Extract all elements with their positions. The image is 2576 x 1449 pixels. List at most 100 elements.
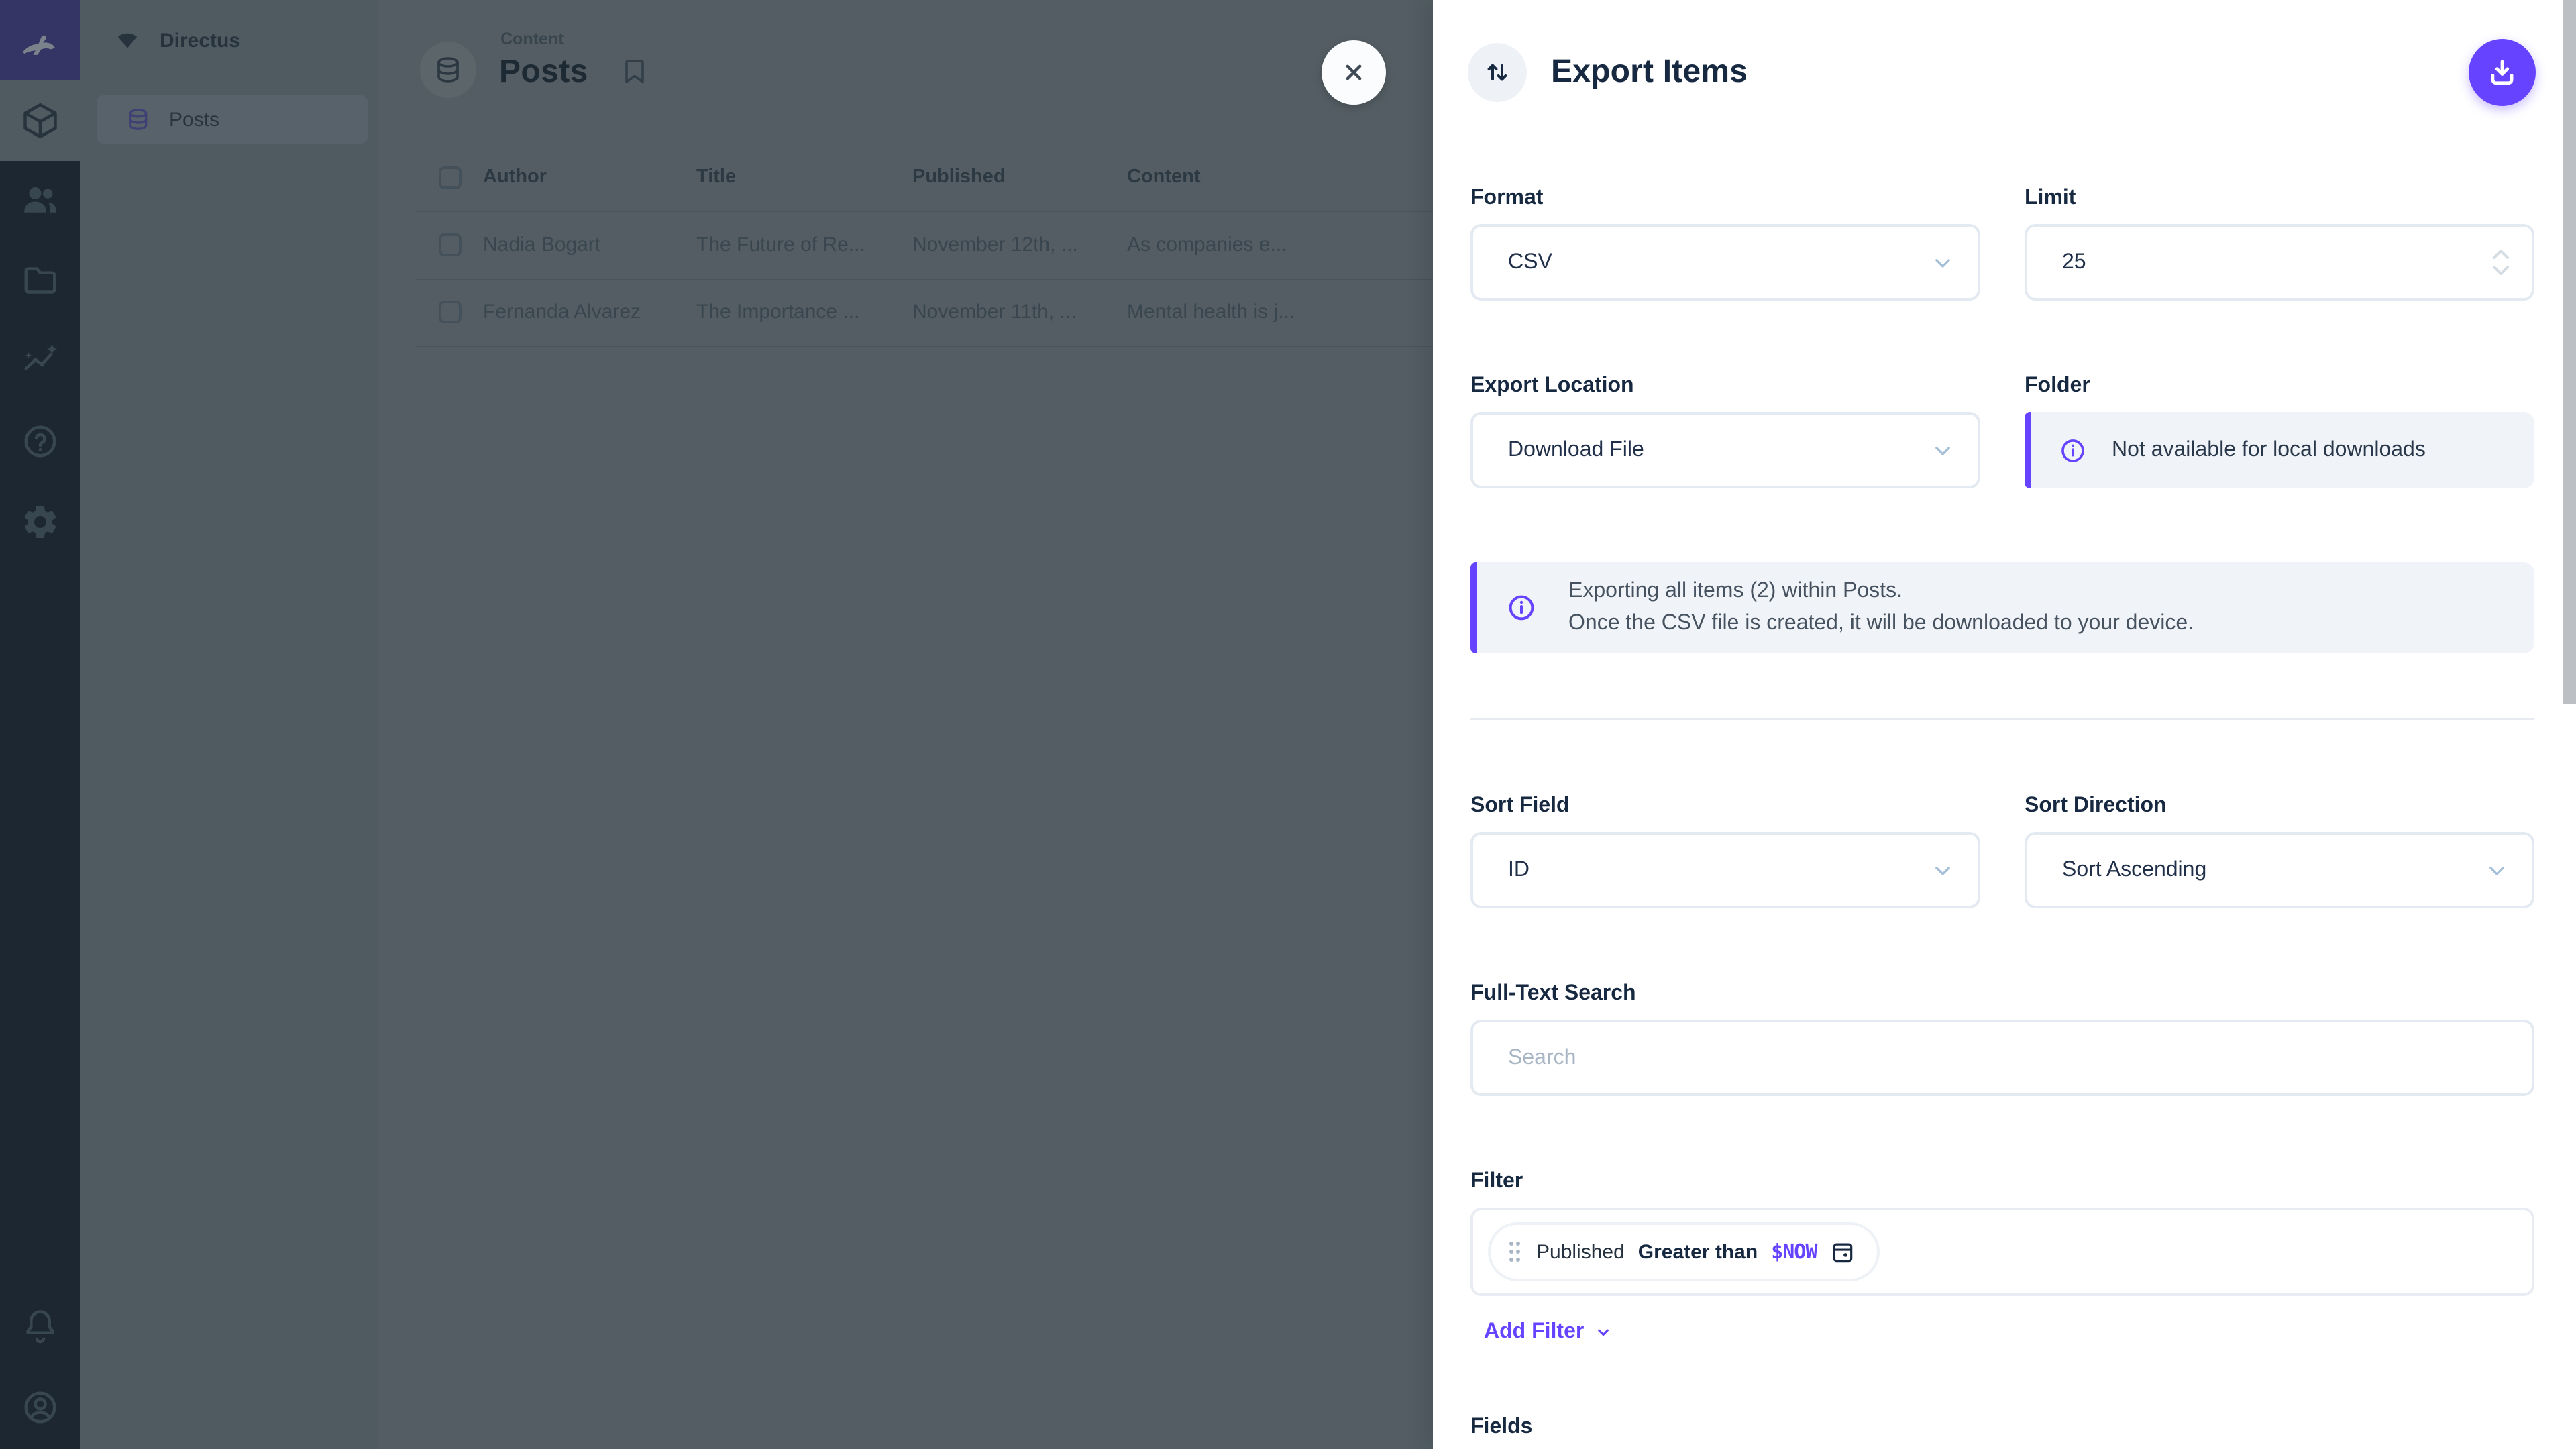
row-checkbox[interactable] [439, 233, 462, 256]
sort-field-label: Sort Field [1470, 793, 1980, 820]
screen: Directus Posts [0, 0, 2576, 1449]
wifi-signal-icon [114, 27, 141, 54]
format-value: CSV [1508, 250, 1929, 274]
chevron-down-icon [2483, 857, 2510, 883]
bell-icon[interactable] [20, 1307, 60, 1347]
filter-label: Filter [1470, 1169, 2534, 1195]
filter-rule-chip[interactable]: Published Greater than $NOW [1488, 1222, 1880, 1281]
limit-input[interactable]: 25 [2025, 224, 2534, 301]
chevron-down-icon [1929, 249, 1956, 276]
close-drawer-button[interactable] [1322, 40, 1386, 105]
filter-value[interactable]: $NOW [1771, 1240, 1817, 1264]
settings-icon[interactable] [20, 502, 60, 542]
drag-handle-icon[interactable] [1507, 1238, 1523, 1265]
drawer-header: Export Items [1433, 0, 2576, 145]
drawer-title: Export Items [1551, 54, 1748, 91]
module-content[interactable] [0, 80, 80, 161]
fields-label: Fields [1470, 1414, 2534, 1441]
stepper-icon[interactable] [2491, 248, 2510, 276]
sort-direction-select[interactable]: Sort Ascending [2025, 832, 2534, 908]
sort-field-field: Sort Field ID [1470, 793, 1980, 908]
help-icon[interactable] [20, 421, 60, 462]
add-filter-label: Add Filter [1484, 1320, 1584, 1344]
export-location-label: Export Location [1470, 373, 1980, 400]
breadcrumb: Content [500, 30, 564, 48]
limit-field: Limit 25 [2025, 185, 2534, 301]
table-divider [415, 211, 1433, 212]
column-header-content[interactable]: Content [1127, 166, 1201, 188]
row-checkbox[interactable] [439, 301, 462, 323]
collection-icon-button[interactable] [420, 42, 476, 98]
add-filter-button[interactable]: Add Filter [1484, 1320, 1612, 1344]
start-export-button[interactable] [2469, 39, 2536, 106]
summary-line-2: Once the CSV file is created, it will be… [1568, 612, 2194, 635]
project-header[interactable]: Directus [80, 0, 378, 80]
format-label: Format [1470, 185, 1980, 212]
cell-title: The Importance ... [696, 301, 859, 323]
limit-value: 25 [2062, 250, 2491, 274]
database-icon [432, 54, 464, 86]
select-all-checkbox[interactable] [439, 166, 462, 189]
limit-label: Limit [2025, 185, 2534, 212]
search-input[interactable] [1470, 1020, 2534, 1096]
section-divider [1470, 718, 2534, 720]
filter-field-name[interactable]: Published [1536, 1240, 1625, 1263]
export-items-drawer: Export Items Format CSV [1433, 0, 2576, 1449]
box-icon [20, 101, 60, 141]
folder-label: Folder [2025, 373, 2534, 400]
directus-logo-button[interactable] [0, 0, 80, 80]
sort-direction-label: Sort Direction [2025, 793, 2534, 820]
account-icon[interactable] [20, 1387, 60, 1428]
info-icon [1505, 592, 1538, 624]
cell-content: As companies e... [1127, 233, 1287, 256]
sort-direction-field: Sort Direction Sort Ascending [2025, 793, 2534, 908]
chevron-down-icon [1593, 1323, 1612, 1342]
drawer-scrollbar[interactable] [2563, 0, 2576, 704]
search-field: Full-Text Search [1470, 981, 2534, 1096]
close-icon [1339, 58, 1368, 87]
sort-field-select[interactable]: ID [1470, 832, 1980, 908]
format-select[interactable]: CSV [1470, 224, 1980, 301]
column-header-author[interactable]: Author [483, 166, 547, 188]
folder-field: Folder Not available for local downloads [2025, 373, 2534, 488]
insights-icon[interactable] [20, 341, 60, 381]
filter-operator[interactable]: Greater than [1638, 1240, 1758, 1263]
search-label: Full-Text Search [1470, 981, 2534, 1008]
directus-rabbit-logo [17, 17, 63, 63]
cell-title: The Future of Re... [696, 233, 865, 256]
page-title: Posts [499, 54, 588, 91]
bookmark-icon[interactable] [619, 55, 651, 87]
project-name: Directus [160, 29, 240, 52]
calendar-icon[interactable] [1830, 1239, 1856, 1265]
database-icon [125, 106, 152, 133]
download-icon [2485, 55, 2520, 90]
users-icon[interactable] [20, 180, 60, 220]
chevron-down-icon [1929, 437, 1956, 464]
folder-disabled-notice: Not available for local downloads [2025, 412, 2534, 488]
drawer-header-icon-circle [1468, 43, 1527, 102]
chevron-down-icon [1929, 857, 1956, 883]
folder-icon[interactable] [20, 260, 60, 301]
table-divider [415, 346, 1433, 347]
export-location-field: Export Location Download File [1470, 373, 1980, 488]
swap-vert-icon [1481, 56, 1513, 89]
nav-sidebar: Directus Posts [80, 0, 378, 1449]
sort-field-value: ID [1508, 858, 1929, 882]
sidebar-item-posts[interactable]: Posts [97, 95, 368, 144]
column-header-published[interactable]: Published [912, 166, 1006, 188]
export-summary-text: Exporting all items (2) within Posts. On… [1568, 576, 2194, 640]
cell-author: Fernanda Alvarez [483, 301, 641, 323]
drawer-body: Format CSV Limit 25 [1433, 145, 2576, 1441]
export-location-select[interactable]: Download File [1470, 412, 1980, 488]
cell-content: Mental health is j... [1127, 301, 1295, 323]
export-summary-notice: Exporting all items (2) within Posts. On… [1470, 562, 2534, 653]
cell-published: November 11th, ... [912, 301, 1077, 323]
sidebar-item-label: Posts [169, 108, 219, 131]
export-location-value: Download File [1508, 438, 1929, 462]
table-divider [415, 279, 1433, 280]
summary-line-1: Exporting all items (2) within Posts. [1568, 580, 1902, 602]
sort-direction-value: Sort Ascending [2062, 858, 2483, 882]
module-bar [0, 0, 80, 1449]
column-header-title[interactable]: Title [696, 166, 736, 188]
filter-container: Published Greater than $NOW [1470, 1208, 2534, 1296]
